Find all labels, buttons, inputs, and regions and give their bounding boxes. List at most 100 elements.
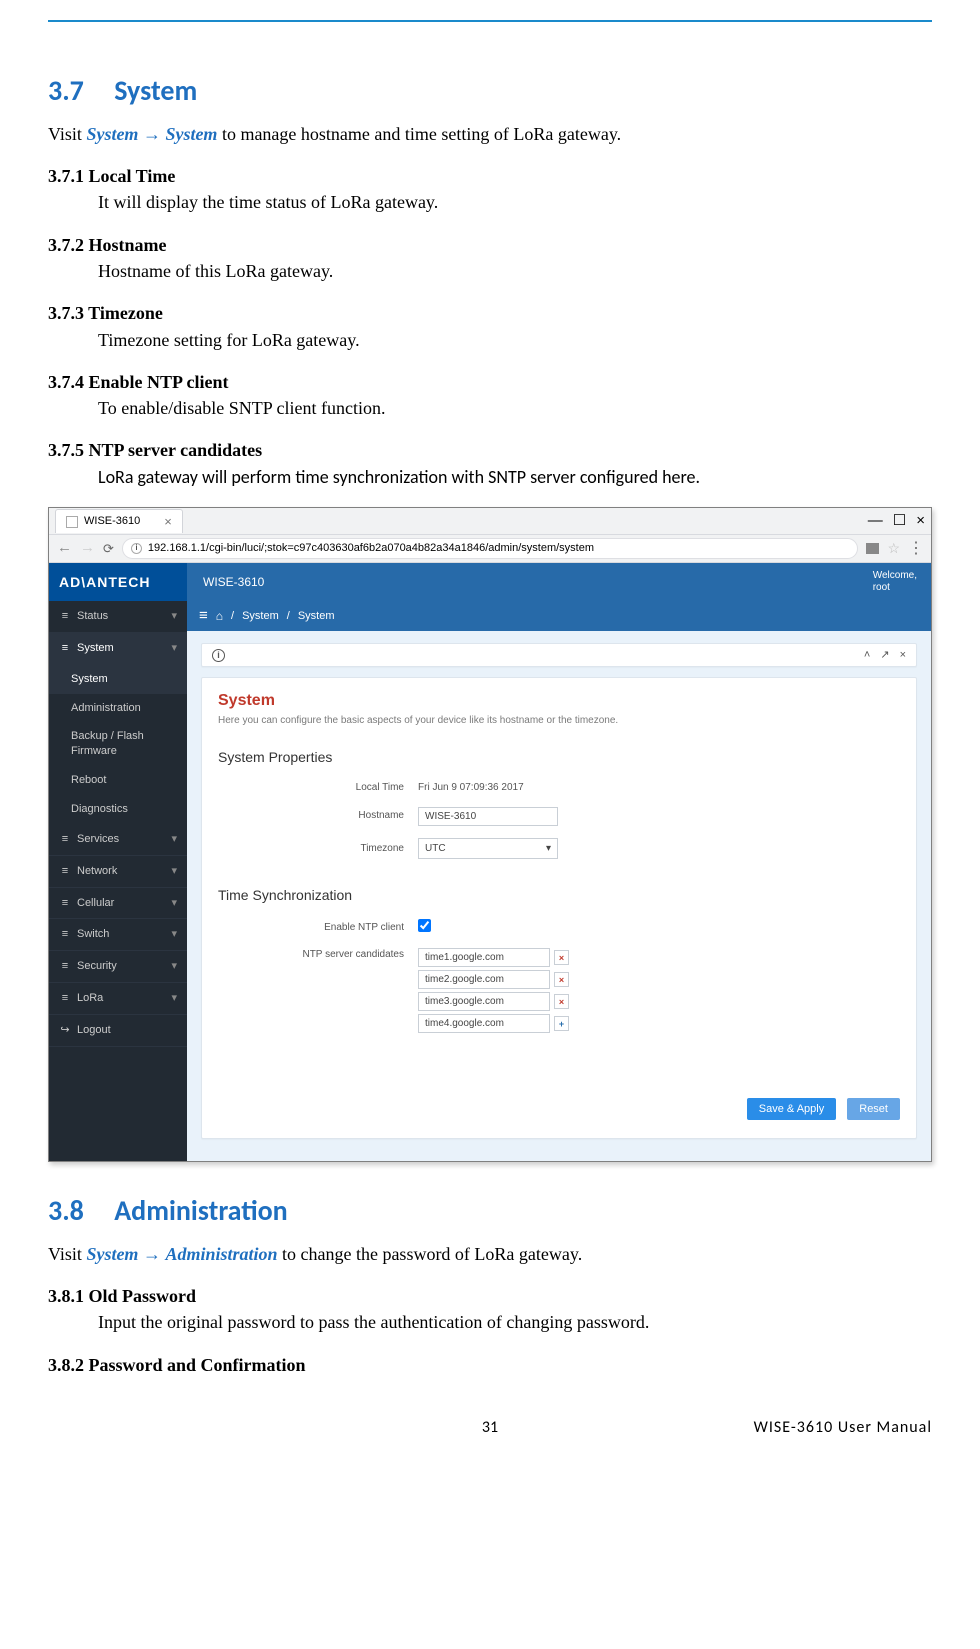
sidebar-sub-reboot[interactable]: Reboot: [49, 766, 187, 795]
browser-address-bar: ← → ⟳ i 192.168.1.1/cgi-bin/luci/;stok=c…: [49, 534, 931, 562]
subtitle: 3.7.4 Enable NTP client: [48, 370, 932, 394]
window-minimize-icon[interactable]: —: [868, 511, 883, 531]
subtitle: 3.7.5 NTP server candidates: [48, 438, 932, 462]
label-enable-ntp: Enable NTP client: [218, 921, 418, 935]
breadcrumb-sep: /: [287, 609, 290, 624]
browser-tab[interactable]: WISE-3610 ×: [55, 509, 183, 534]
sidebar-sub-administration[interactable]: Administration: [49, 694, 187, 723]
reload-icon[interactable]: ⟳: [103, 540, 114, 558]
save-apply-button[interactable]: Save & Apply: [747, 1098, 836, 1120]
nav-back-icon[interactable]: ←: [57, 538, 72, 558]
timezone-select[interactable]: UTC ▾: [418, 838, 558, 860]
welcome-line2: root: [873, 582, 917, 594]
page-number: 31: [482, 1417, 498, 1439]
subsection-3-7-1: 3.7.1 Local Time It will display the tim…: [48, 164, 932, 215]
page-top-accent: [48, 20, 932, 22]
brand-text: AD\ANTECH: [59, 573, 150, 592]
sidebar-item-label: Cellular: [77, 896, 114, 911]
browser-tab-strip: WISE-3610 × — ☐ ×: [49, 508, 931, 534]
hostname-input[interactable]: [418, 807, 558, 826]
chevron-down-icon: ▾: [171, 864, 177, 879]
tab-close-icon[interactable]: ×: [164, 513, 172, 531]
ntp-row: +: [418, 1014, 900, 1033]
close-panel-icon[interactable]: ×: [900, 648, 906, 663]
ntp-server-input[interactable]: [418, 970, 550, 989]
welcome-line1: Welcome,: [873, 570, 917, 582]
row-local-time: Local Time Fri Jun 9 07:09:36 2017: [218, 781, 900, 795]
ntp-server-input[interactable]: [418, 992, 550, 1011]
sidebar-item-security[interactable]: ≡ Security ▾: [49, 951, 187, 983]
label-ntp-candidates: NTP server candidates: [218, 948, 418, 962]
sidebar-item-switch[interactable]: ≡ Switch ▾: [49, 919, 187, 951]
row-timezone: Timezone UTC ▾: [218, 838, 900, 860]
info-icon[interactable]: i: [212, 649, 225, 662]
collapse-icon[interactable]: ˄: [864, 648, 870, 663]
browser-chrome: WISE-3610 × — ☐ × ← → ⟳ i 192.168.1.1/cg…: [49, 508, 931, 563]
timezone-value: UTC: [425, 842, 446, 856]
ntp-server-input[interactable]: [418, 948, 550, 967]
sidebar-item-lora[interactable]: ≡ LoRa ▾: [49, 983, 187, 1015]
subsection-3-7-5: 3.7.5 NTP server candidates LoRa gateway…: [48, 438, 932, 489]
browser-menu-icon[interactable]: ⋮: [908, 538, 923, 560]
sidebar-item-status[interactable]: ≡ Status ▾: [49, 601, 187, 633]
ntp-server-input[interactable]: [418, 1014, 550, 1033]
sidebar-item-logout[interactable]: ↪ Logout: [49, 1015, 187, 1047]
subdesc: It will display the time status of LoRa …: [98, 190, 932, 214]
sidebar-item-cellular[interactable]: ≡ Cellular ▾: [49, 888, 187, 920]
list-icon: ≡: [59, 896, 71, 911]
home-icon[interactable]: ⌂: [216, 608, 223, 624]
subtitle: 3.8.2 Password and Confirmation: [48, 1353, 932, 1377]
nav-forward-icon[interactable]: →: [80, 538, 95, 558]
subdesc: Timezone setting for LoRa gateway.: [98, 328, 932, 352]
nav-path-system-1: System: [86, 124, 138, 144]
hamburger-icon[interactable]: ≡: [199, 606, 208, 626]
enable-ntp-checkbox[interactable]: [418, 919, 431, 932]
heading-num: 3.8: [48, 1193, 84, 1228]
translate-icon[interactable]: [866, 543, 879, 554]
panel-wrap: i ˄ ↗ × System Here you can configure th…: [187, 631, 931, 1151]
sidebar-item-label: System: [77, 641, 114, 656]
value-local-time: Fri Jun 9 07:09:36 2017: [418, 781, 900, 795]
embedded-screenshot: WISE-3610 × — ☐ × ← → ⟳ i 192.168.1.1/cg…: [48, 507, 932, 1162]
subtitle: 3.8.1 Old Password: [48, 1284, 932, 1308]
chevron-down-icon: ▾: [171, 959, 177, 974]
subsection-3-8-2: 3.8.2 Password and Confirmation: [48, 1353, 932, 1377]
sidebar-item-network[interactable]: ≡ Network ▾: [49, 856, 187, 888]
sidebar-sub-label: Reboot: [71, 774, 106, 786]
heading-title: System: [114, 73, 197, 108]
subsection-3-7-2: 3.7.2 Hostname Hostname of this LoRa gat…: [48, 233, 932, 284]
sidebar-item-system[interactable]: ≡ System ▾: [49, 633, 187, 665]
delete-icon[interactable]: ×: [554, 950, 569, 965]
site-info-icon[interactable]: i: [131, 543, 142, 554]
ntp-row: ×: [418, 970, 900, 989]
delete-icon[interactable]: ×: [554, 972, 569, 987]
ntp-row: ×: [418, 948, 900, 967]
url-box[interactable]: i 192.168.1.1/cgi-bin/luci/;stok=c97c403…: [122, 538, 859, 559]
delete-icon[interactable]: ×: [554, 994, 569, 1009]
label-timezone: Timezone: [218, 842, 418, 856]
sidebar-item-services[interactable]: ≡ Services ▾: [49, 824, 187, 856]
sidebar-item-label: Logout: [77, 1023, 111, 1038]
list-icon: ≡: [59, 864, 71, 879]
intro-prefix: Visit: [48, 1244, 86, 1264]
sidebar-sub-backup-flash[interactable]: Backup / Flash Firmware: [49, 722, 187, 766]
bookmark-star-icon[interactable]: ☆: [887, 539, 900, 558]
reset-button[interactable]: Reset: [847, 1098, 900, 1120]
breadcrumb-item-system[interactable]: System: [242, 609, 279, 624]
section-system-properties: System Properties: [218, 747, 900, 767]
card-title: System: [218, 690, 900, 712]
heading-num: 3.7: [48, 73, 84, 108]
sidebar: ≡ Status ▾ ≡ System ▾ System Administrat…: [49, 601, 187, 1161]
sidebar-item-label: LoRa: [77, 991, 103, 1006]
add-icon[interactable]: +: [554, 1016, 569, 1031]
sidebar-sub-diagnostics[interactable]: Diagnostics: [49, 795, 187, 824]
section-time-sync: Time Synchronization: [218, 885, 900, 905]
expand-icon[interactable]: ↗: [880, 648, 889, 663]
window-maximize-icon[interactable]: ☐: [893, 511, 906, 531]
nav-path-system: System: [86, 1244, 138, 1264]
intro-suffix: to change the password of LoRa gateway.: [282, 1244, 582, 1264]
subdesc: Input the original password to pass the …: [98, 1310, 932, 1334]
window-close-icon[interactable]: ×: [916, 511, 925, 531]
list-icon: ≡: [59, 991, 71, 1006]
sidebar-sub-system[interactable]: System: [49, 665, 187, 694]
